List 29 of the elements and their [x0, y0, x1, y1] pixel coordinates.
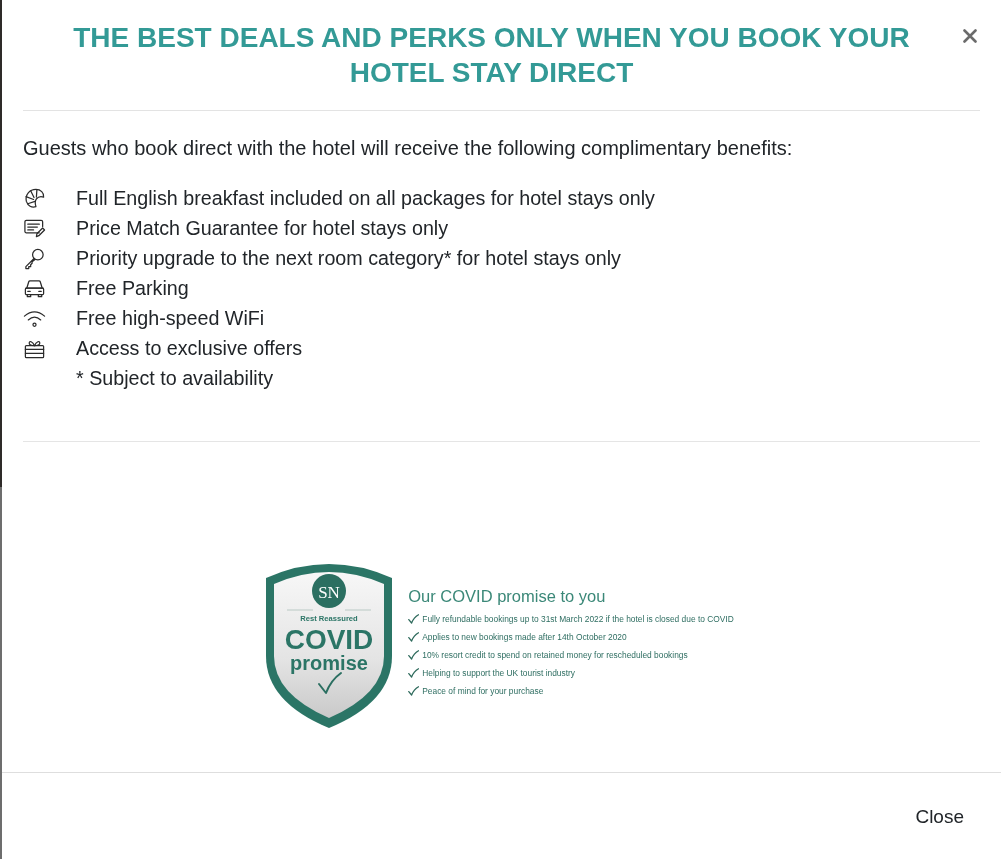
check-icon	[318, 672, 343, 694]
close-button[interactable]	[960, 26, 980, 46]
promise-point: Applies to new bookings made after 14th October 2020	[422, 632, 627, 642]
check-icon	[408, 632, 420, 642]
promise-point: Helping to support the UK tourist industry	[422, 668, 575, 678]
promise-point: 10% resort credit to spend on retained money for rescheduled bookings	[422, 650, 688, 660]
footnote-text: * Subject to availability	[76, 366, 273, 390]
check-icon	[408, 668, 420, 678]
badge-title: COVID	[284, 624, 374, 655]
check-icon	[408, 614, 420, 624]
key-icon	[23, 246, 46, 270]
intro-text: Guests who book direct with the hotel will receive the following complimentary benefits:	[23, 136, 794, 161]
benefit-text: Full English breakfast included on all packages for hotel stays only	[76, 186, 655, 210]
close-button[interactable]: Close	[903, 800, 976, 834]
promise-heading: Our COVID promise to you	[408, 586, 607, 606]
promise-point: Peace of mind for your purchase	[422, 686, 544, 696]
benefit-text: Price Match Guarantee for hotel stays only	[76, 216, 449, 240]
check-icon	[408, 686, 420, 696]
badge-subtitle: promise	[290, 652, 369, 674]
benefit-text: Free high-speed WiFi	[76, 306, 265, 330]
close-icon	[963, 29, 977, 43]
croissant-icon	[23, 186, 46, 210]
benefit-text: Access to exclusive offers	[76, 336, 303, 360]
monogram-logo: SN	[312, 574, 347, 608]
check-icon	[408, 650, 420, 660]
promise-point: Fully refundable bookings up to 31st March 2022 if the hotel is closed due to COVID	[422, 614, 734, 624]
benefit-text: Free Parking	[76, 276, 189, 300]
benefit-text: Priority upgrade to the next room category* for hotel stays only	[76, 246, 621, 270]
dialog-title: THE BEST DEALS AND PERKS ONLY WHEN YOU BOOK YOUR HOTEL STAY DIRECT	[72, 21, 911, 90]
